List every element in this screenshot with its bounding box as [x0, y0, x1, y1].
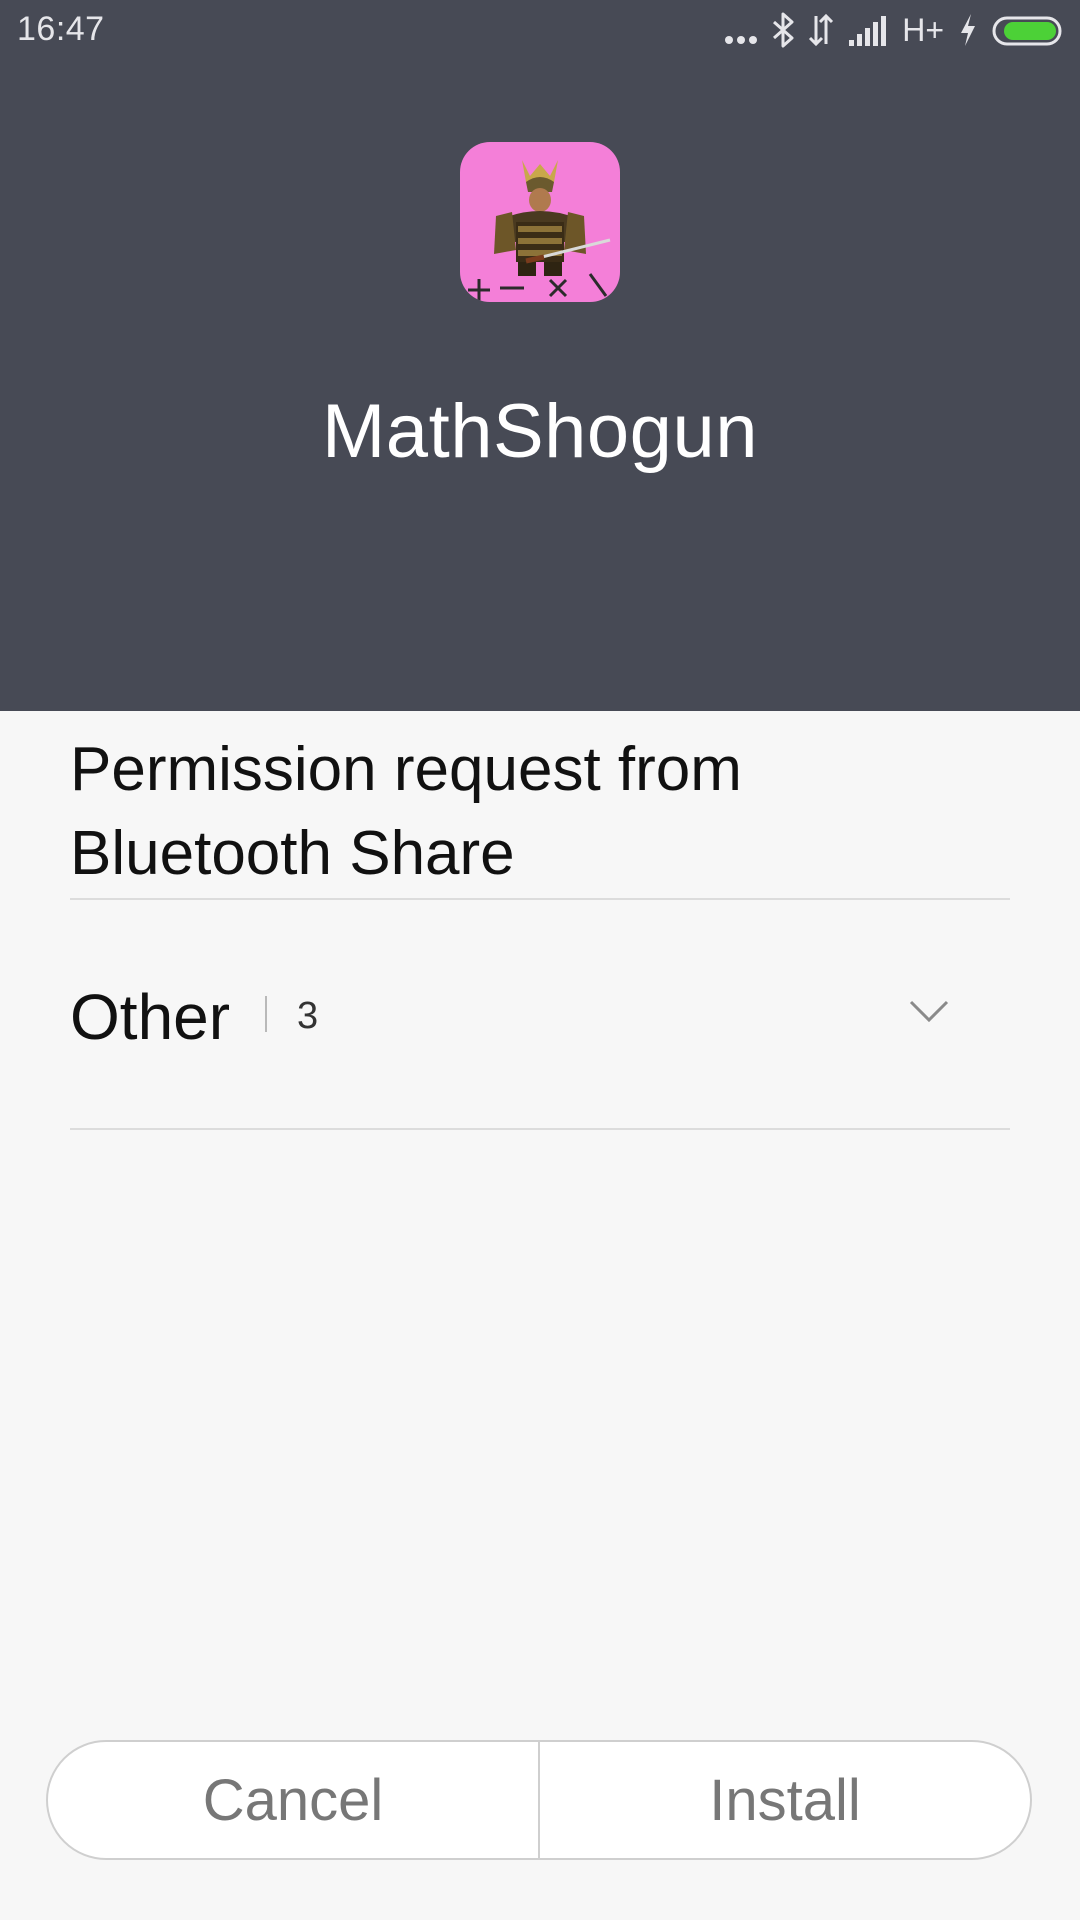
status-icons: H+ — [724, 10, 1064, 50]
charging-icon — [958, 10, 978, 50]
permission-group-name: Other — [70, 981, 231, 1053]
permission-count: 3 — [297, 995, 319, 1037]
group-divider — [70, 1128, 1010, 1130]
permission-group-other[interactable]: Other 3 — [70, 900, 1010, 1128]
network-type: H+ — [902, 12, 944, 48]
install-button[interactable]: Install — [540, 1742, 1030, 1858]
more-dots-icon — [724, 10, 758, 50]
cancel-button[interactable]: Cancel — [48, 1742, 538, 1858]
mathshogun-app-icon — [460, 142, 620, 302]
group-separator — [265, 996, 267, 1032]
chevron-down-icon[interactable] — [908, 998, 950, 1029]
bluetooth-icon — [772, 10, 794, 50]
battery-icon — [992, 10, 1064, 50]
app-header: 16:47 H+ MathShogun — [0, 0, 1080, 711]
data-arrows-icon — [808, 10, 834, 50]
action-button-bar: Cancel Install — [46, 1740, 1032, 1860]
signal-icon — [848, 10, 888, 50]
status-time: 16:47 — [17, 10, 105, 48]
permission-request-title: Permission request from Bluetooth Share — [70, 735, 742, 888]
app-name: MathShogun — [322, 389, 758, 474]
status-bar: 16:47 H+ — [0, 0, 1080, 60]
